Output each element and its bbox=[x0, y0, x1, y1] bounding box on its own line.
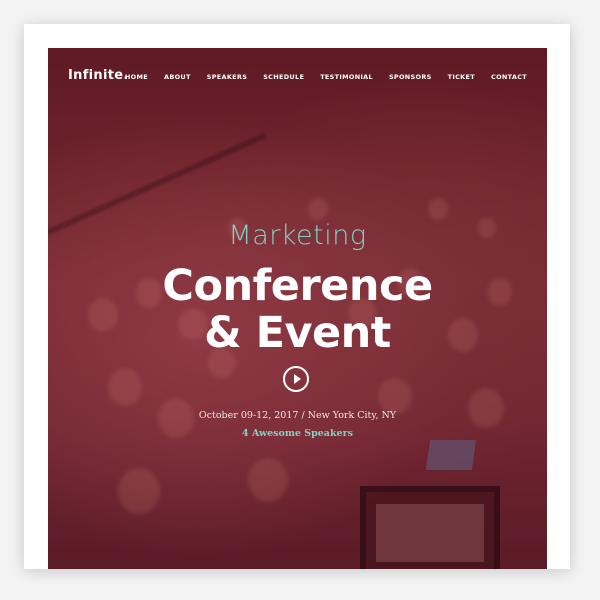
top-navigation: Infinite. HOME ABOUT SPEAKERS SCHEDULE T… bbox=[48, 48, 547, 106]
nav-item-contact[interactable]: CONTACT bbox=[491, 73, 527, 81]
nav-item-schedule[interactable]: SCHEDULE bbox=[263, 73, 304, 81]
nav-item-speakers[interactable]: SPEAKERS bbox=[207, 73, 247, 81]
nav-menu: HOME ABOUT SPEAKERS SCHEDULE TESTIMONIAL… bbox=[125, 73, 527, 81]
nav-item-testimonial[interactable]: TESTIMONIAL bbox=[320, 73, 373, 81]
site-logo[interactable]: Infinite. bbox=[68, 68, 129, 83]
event-date-location: October 09-12, 2017 / New York City, NY bbox=[198, 410, 397, 421]
speakers-link[interactable]: 4 Awesome Speakers bbox=[48, 428, 547, 439]
hero-section: Infinite. HOME ABOUT SPEAKERS SCHEDULE T… bbox=[48, 48, 547, 569]
laptop-shape bbox=[425, 440, 477, 470]
nav-item-home[interactable]: HOME bbox=[125, 73, 148, 81]
monitor-screen bbox=[376, 504, 484, 562]
monitor-shape bbox=[360, 486, 500, 569]
hero-title-line-2: & Event bbox=[204, 308, 391, 358]
nav-item-about[interactable]: ABOUT bbox=[164, 73, 191, 81]
nav-item-ticket[interactable]: TICKET bbox=[448, 73, 475, 81]
hero-subtitle: Marketing bbox=[228, 220, 367, 251]
play-video-button[interactable] bbox=[283, 366, 309, 392]
nav-item-sponsors[interactable]: SPONSORS bbox=[389, 73, 432, 81]
hero-title-line-1: Conference bbox=[162, 261, 433, 311]
